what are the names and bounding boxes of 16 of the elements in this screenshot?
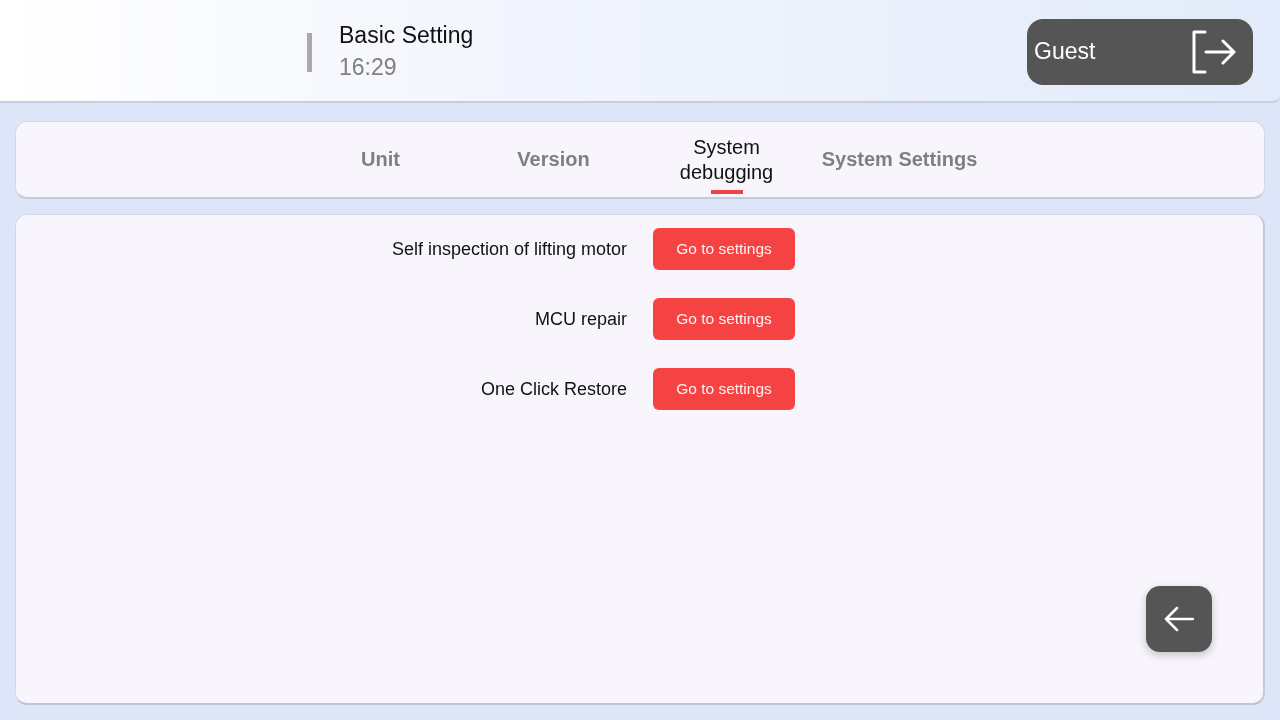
tab[interactable]: Unit bbox=[294, 122, 467, 197]
setting-label: One Click Restore bbox=[480, 378, 627, 400]
go-to-settings-button[interactable]: Go to settings bbox=[653, 368, 795, 410]
page-title: Basic Setting bbox=[339, 20, 474, 49]
tab[interactable]: System Settings bbox=[813, 122, 986, 197]
back-arrow-icon bbox=[1164, 606, 1194, 632]
clock-time: 16:29 bbox=[339, 52, 398, 81]
setting-label: Self inspection of lifting motor bbox=[391, 238, 627, 260]
go-to-settings-button[interactable]: Go to settings bbox=[653, 298, 795, 340]
tab[interactable]: System debugging bbox=[640, 122, 813, 197]
go-to-settings-button[interactable]: Go to settings bbox=[653, 228, 795, 270]
user-logout-button[interactable]: Guest bbox=[1027, 18, 1253, 85]
back-button[interactable] bbox=[1146, 586, 1212, 652]
tab[interactable]: Version bbox=[467, 122, 640, 197]
setting-label: MCU repair bbox=[535, 308, 627, 330]
logout-icon bbox=[1192, 29, 1236, 74]
